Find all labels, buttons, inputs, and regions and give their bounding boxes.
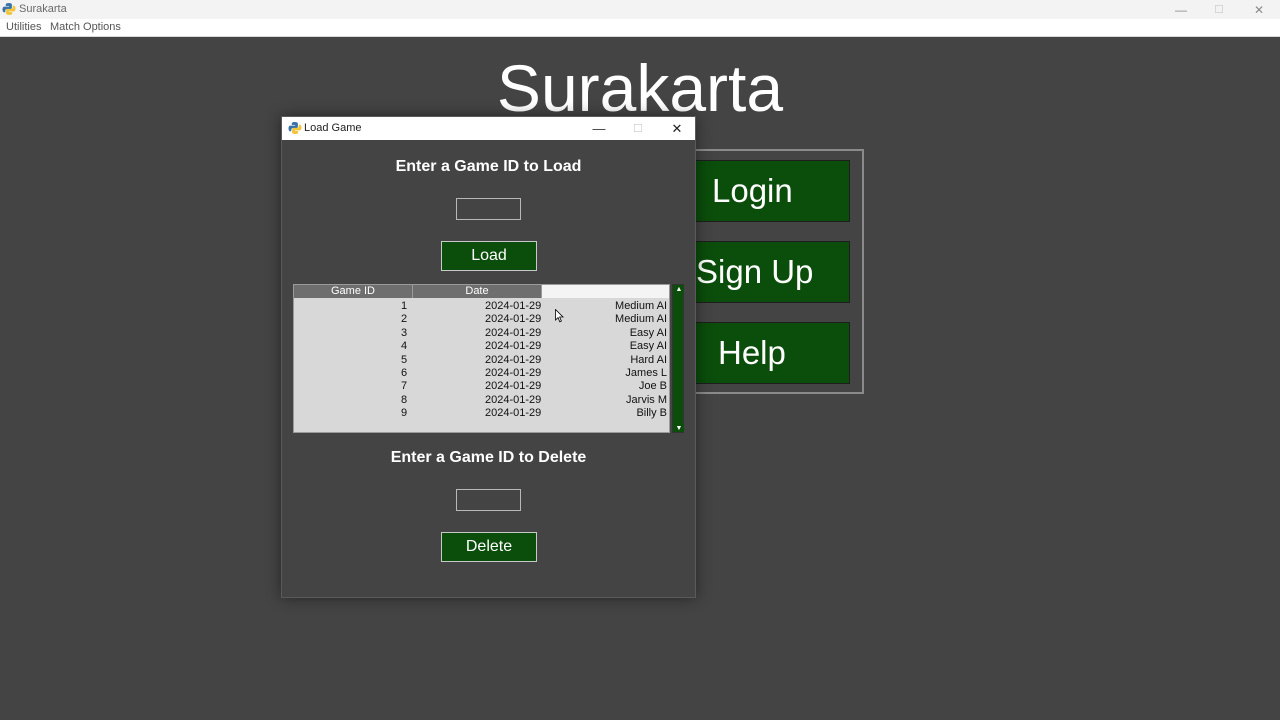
cell-game-id: 1	[401, 300, 408, 312]
cell-game-id: 5	[401, 353, 408, 366]
cell-opponent: Hard AI	[630, 353, 667, 366]
table-row[interactable]: 6 2024-01-29 James L	[294, 367, 669, 380]
main-title: Surakarta	[0, 50, 1280, 126]
cell-game-id: 6	[401, 367, 408, 379]
cell-game-id: 9	[401, 407, 408, 420]
cell-game-id: 3	[401, 326, 408, 339]
cell-opponent: James L	[625, 367, 667, 379]
cursor-icon	[555, 309, 564, 323]
menu-utilities[interactable]: Utilities	[6, 21, 41, 33]
load-button[interactable]: Load	[441, 241, 537, 271]
python-icon	[288, 122, 302, 134]
window-titlebar[interactable]: Surakarta — ☐ ✕	[0, 0, 1280, 19]
python-icon	[2, 3, 16, 15]
cell-opponent: Jarvis M	[626, 393, 667, 406]
login-button[interactable]: Login	[692, 160, 850, 222]
table-row[interactable]: 8 2024-01-29 Jarvis M	[294, 394, 669, 407]
minimize-icon[interactable]: —	[1162, 0, 1200, 19]
table-scrollbar[interactable]: ▲ ▼	[672, 284, 684, 433]
cell-date: 2024-01-29	[485, 313, 542, 326]
header-opponent[interactable]	[542, 285, 669, 298]
load-game-dialog: Load Game — ☐ ✕ Enter a Game ID to Load …	[281, 116, 696, 598]
dialog-title: Load Game	[304, 122, 362, 134]
menubar: Utilities Match Options	[0, 19, 1280, 37]
cell-game-id: 2	[401, 313, 408, 326]
delete-heading: Enter a Game ID to Delete	[390, 449, 587, 466]
cell-opponent: Medium AI	[615, 300, 667, 312]
dialog-titlebar[interactable]: Load Game — ☐ ✕	[282, 117, 695, 140]
window-title: Surakarta	[19, 3, 67, 15]
scroll-up-arrow-icon[interactable]: ▲	[674, 285, 684, 293]
load-game-id-input[interactable]	[456, 198, 521, 220]
table-row[interactable]: 7 2024-01-29 Joe B	[294, 380, 669, 393]
delete-button[interactable]: Delete	[441, 532, 537, 562]
cell-date: 2024-01-29	[485, 367, 542, 379]
cell-opponent: Joe B	[638, 380, 667, 393]
cell-opponent: Easy AI	[629, 340, 667, 353]
maximize-icon[interactable]: ☐	[619, 117, 657, 140]
header-game-id[interactable]: Game ID	[294, 285, 413, 298]
cell-opponent: Billy B	[636, 407, 667, 420]
cell-opponent: Easy AI	[629, 326, 667, 339]
table-row[interactable]: 4 2024-01-29 Easy AI	[294, 340, 669, 353]
main-title-text: Surakarta	[496, 51, 784, 125]
cell-opponent: Medium AI	[615, 313, 667, 326]
table-row[interactable]: 1 2024-01-29 Medium AI	[294, 300, 669, 313]
scroll-down-arrow-icon[interactable]: ▼	[674, 424, 684, 432]
cell-date: 2024-01-29	[485, 407, 542, 420]
maximize-icon[interactable]: ☐	[1200, 0, 1238, 19]
cell-date: 2024-01-29	[485, 326, 542, 339]
header-date[interactable]: Date	[413, 285, 542, 298]
help-button[interactable]: Help	[692, 322, 850, 384]
table-row[interactable]: 5 2024-01-29 Hard AI	[294, 354, 669, 367]
minimize-icon[interactable]: —	[580, 117, 618, 140]
cell-game-id: 8	[401, 393, 408, 406]
close-icon[interactable]: ✕	[1240, 0, 1278, 19]
saved-games-table[interactable]: Game ID Date 1 2024-01-29 Medium AI 2 20…	[293, 284, 670, 433]
table-row[interactable]: 3 2024-01-29 Easy AI	[294, 327, 669, 340]
menu-match-options[interactable]: Match Options	[50, 21, 121, 33]
cell-date: 2024-01-29	[485, 380, 542, 393]
cell-date: 2024-01-29	[485, 393, 542, 406]
close-icon[interactable]: ✕	[658, 117, 696, 140]
cell-date: 2024-01-29	[485, 300, 542, 312]
table-row[interactable]: 9 2024-01-29 Billy B	[294, 407, 669, 420]
sign-up-button[interactable]: Sign Up	[692, 241, 850, 303]
table-row[interactable]: 2 2024-01-29 Medium AI	[294, 313, 669, 326]
cell-date: 2024-01-29	[485, 353, 542, 366]
cell-date: 2024-01-29	[485, 340, 542, 353]
load-heading: Enter a Game ID to Load	[395, 158, 582, 175]
delete-game-id-input[interactable]	[456, 489, 521, 511]
cell-game-id: 4	[401, 340, 408, 353]
cell-game-id: 7	[401, 380, 408, 393]
